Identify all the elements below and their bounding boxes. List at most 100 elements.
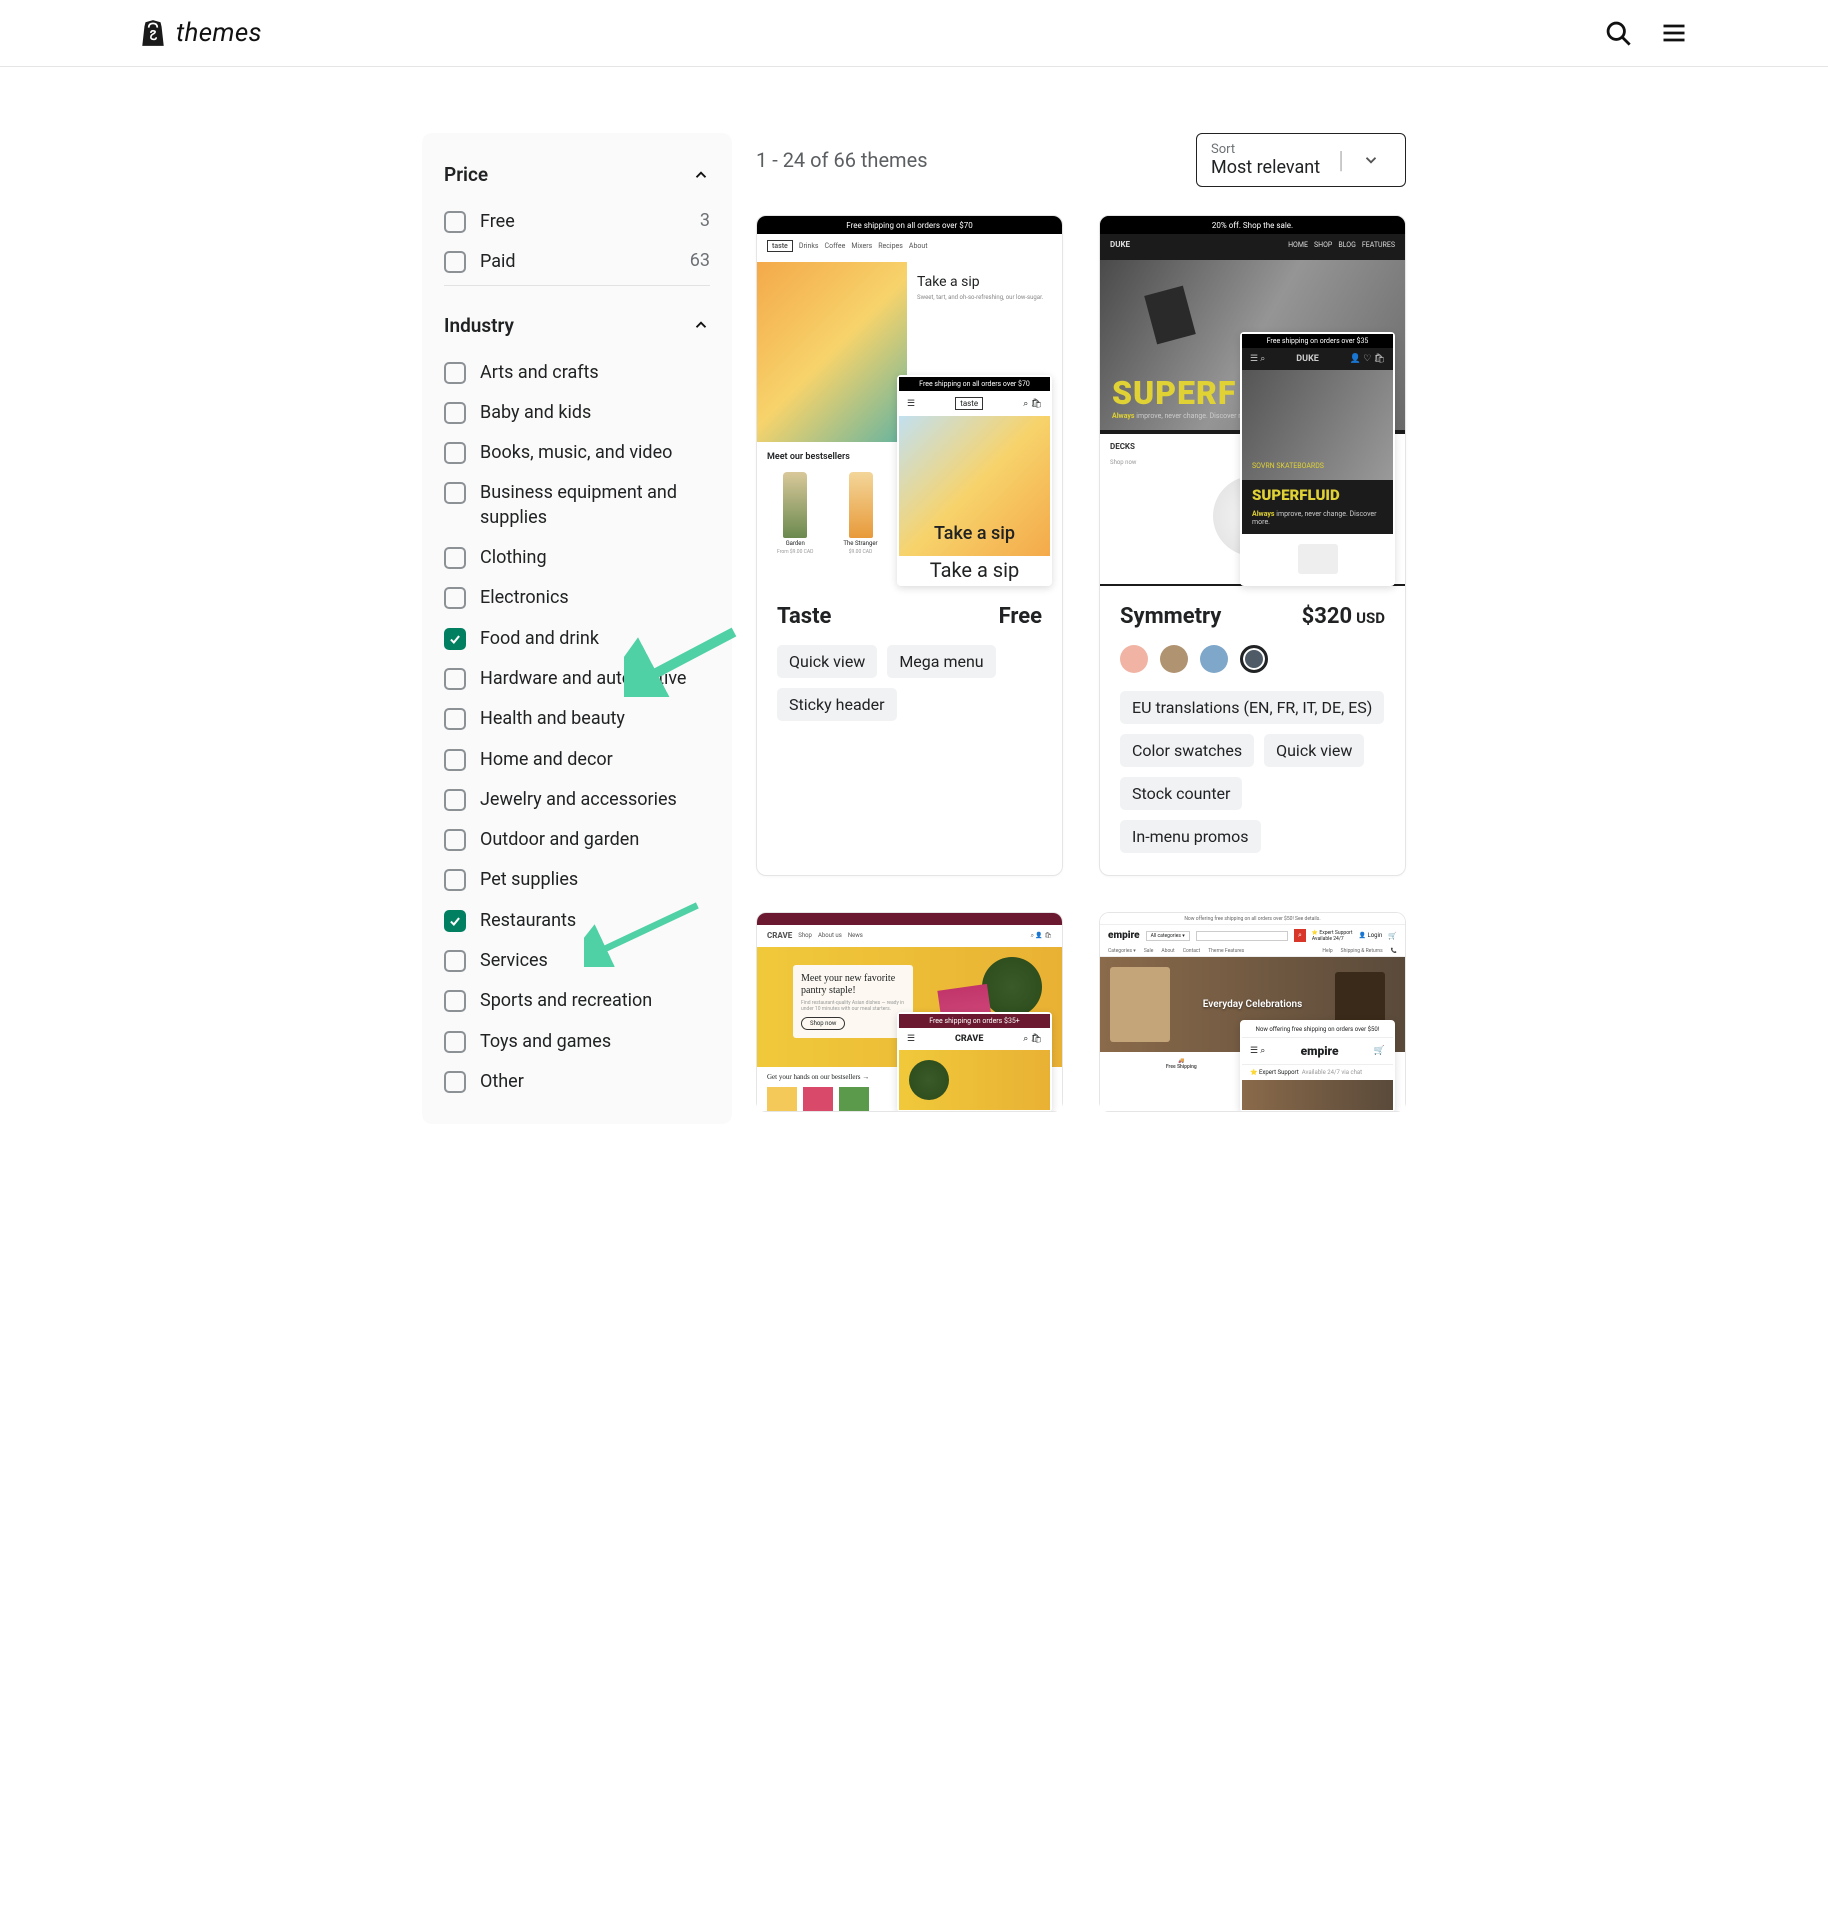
- checkbox[interactable]: [444, 587, 466, 609]
- theme-thumbnail: Now offering free shipping on all orders…: [1099, 912, 1406, 1112]
- filter-label: Paid: [480, 250, 676, 274]
- checkbox[interactable]: [444, 1071, 466, 1093]
- filter-option[interactable]: Sports and recreation: [444, 989, 710, 1013]
- checkbox[interactable]: [444, 829, 466, 851]
- filter-option[interactable]: Toys and games: [444, 1030, 710, 1054]
- main-content: 1 - 24 of 66 themes Sort Most relevant |…: [756, 133, 1406, 1124]
- theme-card-empire[interactable]: Now offering free shipping on all orders…: [1099, 912, 1406, 1112]
- divider: [444, 285, 710, 286]
- theme-name: Symmetry: [1120, 604, 1221, 629]
- filter-label: Health and beauty: [480, 707, 710, 731]
- filter-header-industry[interactable]: Industry: [444, 304, 710, 347]
- filter-option[interactable]: Outdoor and garden: [444, 828, 710, 852]
- thumb-nav: DUKE HOMESHOPBLOGFEATURES: [1100, 234, 1405, 255]
- color-swatch[interactable]: [1240, 645, 1268, 673]
- filter-label: Arts and crafts: [480, 361, 710, 385]
- filter-section-industry: Industry Arts and crafts Baby and kids Boo…: [444, 304, 710, 1095]
- checkbox[interactable]: [444, 211, 466, 233]
- checkbox[interactable]: [444, 628, 466, 650]
- search-icon[interactable]: [1604, 19, 1632, 47]
- filter-label: Hardware and automotive: [480, 667, 710, 691]
- filter-option[interactable]: Clothing: [444, 546, 710, 570]
- checkbox[interactable]: [444, 402, 466, 424]
- filter-option[interactable]: Pet supplies: [444, 868, 710, 892]
- checkbox[interactable]: [444, 482, 466, 504]
- filter-label: Home and decor: [480, 748, 710, 772]
- thumb-mobile-overlay: Free shipping on orders over $35 ☰ ⌕DUKE…: [1240, 332, 1395, 586]
- check-icon: [448, 914, 462, 928]
- checkbox[interactable]: [444, 1031, 466, 1053]
- sort-label: Sort: [1211, 142, 1320, 157]
- filter-option[interactable]: Jewelry and accessories: [444, 788, 710, 812]
- checkbox[interactable]: [444, 708, 466, 730]
- logo[interactable]: themes: [140, 18, 262, 48]
- checkbox[interactable]: [444, 990, 466, 1012]
- filter-label: Sports and recreation: [480, 989, 710, 1013]
- results-count: 1 - 24 of 66 themes: [756, 148, 928, 172]
- filter-section-price: Price Free3 Paid63: [444, 153, 710, 275]
- filter-option[interactable]: Free3: [444, 210, 710, 234]
- filter-option[interactable]: Services: [444, 949, 710, 973]
- chevron-down-icon: [1362, 151, 1380, 169]
- filter-option[interactable]: Other: [444, 1070, 710, 1094]
- filter-label: Electronics: [480, 586, 710, 610]
- filter-option[interactable]: Food and drink: [444, 627, 710, 651]
- checkbox[interactable]: [444, 668, 466, 690]
- theme-tags: Quick viewMega menuSticky header: [777, 645, 1042, 721]
- checkbox[interactable]: [444, 869, 466, 891]
- filter-option[interactable]: Baby and kids: [444, 401, 710, 425]
- filter-option[interactable]: Paid63: [444, 250, 710, 274]
- feature-tag: Color swatches: [1120, 734, 1254, 767]
- theme-card-symmetry[interactable]: 20% off. Shop the sale. DUKE HOMESHOPBLO…: [1099, 215, 1406, 876]
- filter-option[interactable]: Restaurants: [444, 909, 710, 933]
- checkbox[interactable]: [444, 442, 466, 464]
- checkbox[interactable]: [444, 362, 466, 384]
- filter-label: Books, music, and video: [480, 441, 710, 465]
- color-swatch[interactable]: [1120, 645, 1148, 673]
- filter-label: Baby and kids: [480, 401, 710, 425]
- sort-dropdown[interactable]: Sort Most relevant |: [1196, 133, 1406, 187]
- check-icon: [448, 632, 462, 646]
- filter-label: Toys and games: [480, 1030, 710, 1054]
- checkbox[interactable]: [444, 789, 466, 811]
- thumb-hero-text: SUPERF: [1112, 374, 1236, 412]
- filter-option[interactable]: Electronics: [444, 586, 710, 610]
- feature-tag: Quick view: [1264, 734, 1364, 767]
- filter-option[interactable]: Hardware and automotive: [444, 667, 710, 691]
- checkbox[interactable]: [444, 950, 466, 972]
- theme-grid: Free shipping on all orders over $70 tas…: [756, 215, 1406, 1112]
- filter-label: Services: [480, 949, 710, 973]
- filter-option[interactable]: Arts and crafts: [444, 361, 710, 385]
- filter-option[interactable]: Business equipment and supplies: [444, 481, 710, 530]
- feature-tag: EU translations (EN, FR, IT, DE, ES): [1120, 691, 1384, 724]
- color-swatch[interactable]: [1160, 645, 1188, 673]
- filter-sidebar: Price Free3 Paid63 Industry Arts and craf…: [422, 133, 732, 1124]
- thumb-nav: taste DrinksCoffeeMixersRecipesAbout: [757, 234, 1062, 258]
- theme-price: $320: [1302, 604, 1353, 629]
- feature-tag: In-menu promos: [1120, 820, 1261, 853]
- theme-card-crave[interactable]: CRAVEShopAbout usNews⌕ 👤 🛍 Meet your new…: [756, 912, 1063, 1112]
- thumb-mobile-overlay: Free shipping on orders $35+ ☰CRAVE⌕ 🛍: [897, 1012, 1052, 1112]
- filter-label: Business equipment and supplies: [480, 481, 710, 530]
- filter-option[interactable]: Books, music, and video: [444, 441, 710, 465]
- checkbox[interactable]: [444, 251, 466, 273]
- checkbox[interactable]: [444, 547, 466, 569]
- filter-label: Food and drink: [480, 627, 710, 651]
- theme-thumbnail: Free shipping on all orders over $70 tas…: [757, 216, 1062, 586]
- color-swatch[interactable]: [1200, 645, 1228, 673]
- filter-header-price[interactable]: Price: [444, 153, 710, 196]
- filter-label: Restaurants: [480, 909, 710, 933]
- menu-icon[interactable]: [1660, 19, 1688, 47]
- theme-thumbnail: CRAVEShopAbout usNews⌕ 👤 🛍 Meet your new…: [756, 912, 1063, 1112]
- filter-option[interactable]: Health and beauty: [444, 707, 710, 731]
- sort-value: Most relevant: [1211, 157, 1320, 178]
- filter-option[interactable]: Home and decor: [444, 748, 710, 772]
- divider: |: [1338, 146, 1344, 174]
- checkbox[interactable]: [444, 749, 466, 771]
- theme-card-taste[interactable]: Free shipping on all orders over $70 tas…: [756, 215, 1063, 876]
- header: themes: [0, 0, 1828, 67]
- header-actions: [1604, 19, 1688, 47]
- filter-label: Jewelry and accessories: [480, 788, 710, 812]
- checkbox[interactable]: [444, 910, 466, 932]
- filter-title: Industry: [444, 314, 514, 337]
